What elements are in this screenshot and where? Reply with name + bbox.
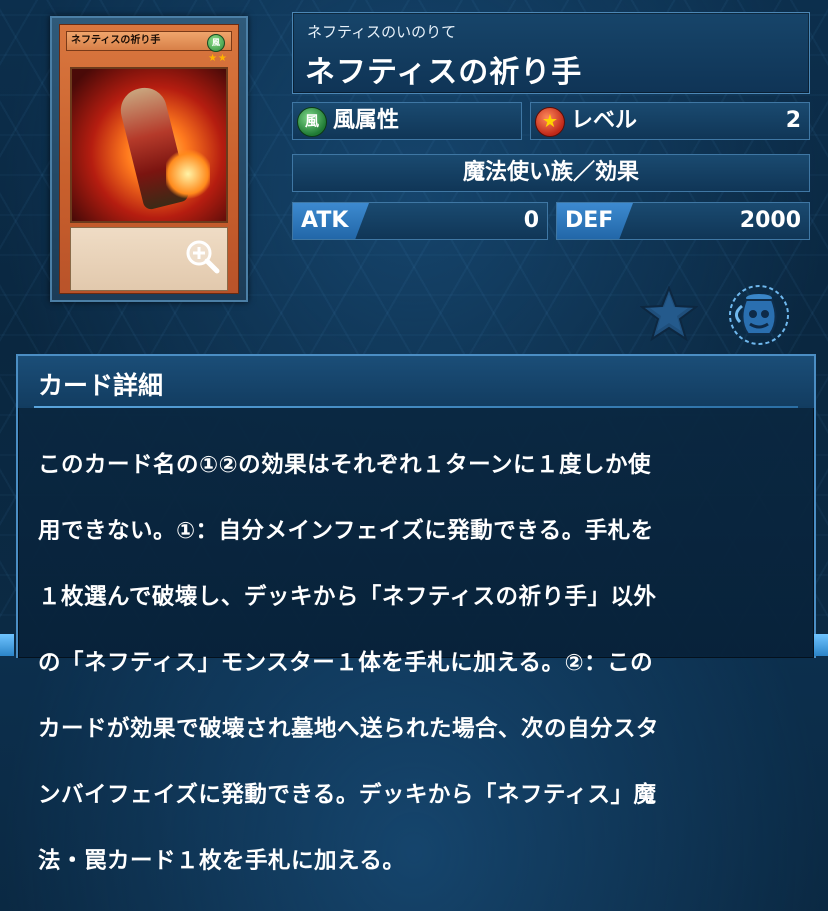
card-name-bar: ネフティスの祈り手 風 — [66, 31, 232, 52]
atk-value: 0 — [523, 208, 539, 233]
card-level-stars: ★★ — [208, 53, 228, 64]
card-attribute-icon: 風 — [207, 34, 225, 52]
effect-line: の「ネフティス」モンスター１体を手札に加える。②：この — [38, 650, 654, 676]
effect-line: 法・罠カード１枚を手札に加える。 — [38, 848, 406, 874]
card-effect-text: このカード名の①②の効果はそれぞれ１ターンに１度しか使 用できない。①：自分メイ… — [38, 416, 786, 911]
zoom-in-icon[interactable] — [184, 238, 220, 274]
def-value: 2000 — [739, 208, 801, 233]
def-label: DEF — [565, 208, 614, 233]
card-name-panel: ネフティスのいのりて ネフティスの祈り手 — [292, 12, 810, 94]
effect-line: カードが効果で破壊され墓地へ送られた場合、次の自分スタ — [38, 716, 660, 742]
star-icon[interactable] — [640, 286, 698, 342]
card-image[interactable]: ネフティスの祈り手 風 ★★ — [50, 16, 248, 302]
atk-label: ATK — [301, 208, 349, 233]
effect-line: このカード名の①②の効果はそれぞれ１ターンに１度しか使 — [38, 452, 651, 478]
right-edge-marker — [814, 634, 828, 656]
card-artwork — [70, 67, 228, 223]
level-label: レベル — [571, 108, 638, 133]
attribute-panel: 風 風属性 — [292, 102, 522, 140]
atk-panel: ATK 0 — [292, 202, 548, 240]
level-star-icon: ★ — [535, 107, 565, 137]
level-value: 2 — [785, 108, 801, 133]
effect-line: １枚選んで破壊し、デッキから「ネフティスの祈り手」以外 — [38, 584, 657, 610]
left-edge-marker — [0, 634, 14, 656]
level-panel: ★ レベル 2 — [530, 102, 810, 140]
effect-line: 用できない。①：自分メインフェイズに発動できる。手札を — [38, 518, 654, 544]
detail-divider — [34, 406, 798, 408]
card-name: ネフティスの祈り手 — [305, 55, 583, 90]
detail-title: カード詳細 — [38, 371, 164, 400]
effect-line: ンバイフェイズに発動できる。デッキから「ネフティス」魔 — [38, 782, 657, 808]
wind-attribute-icon: 風 — [297, 107, 327, 137]
def-panel: DEF 2000 — [556, 202, 810, 240]
pot-icon[interactable] — [728, 284, 790, 346]
detail-header: カード詳細 — [18, 356, 814, 408]
type-line: 魔法使い族／効果 — [462, 160, 639, 185]
type-panel: 魔法使い族／効果 — [292, 154, 810, 192]
card-name-text: ネフティスの祈り手 — [71, 35, 161, 46]
card-name-ruby: ネフティスのいのりて — [307, 23, 457, 41]
card-detail-panel: カード詳細 このカード名の①②の効果はそれぞれ１ターンに１度しか使 用できない。… — [16, 354, 816, 874]
attribute-label: 風属性 — [333, 108, 400, 133]
